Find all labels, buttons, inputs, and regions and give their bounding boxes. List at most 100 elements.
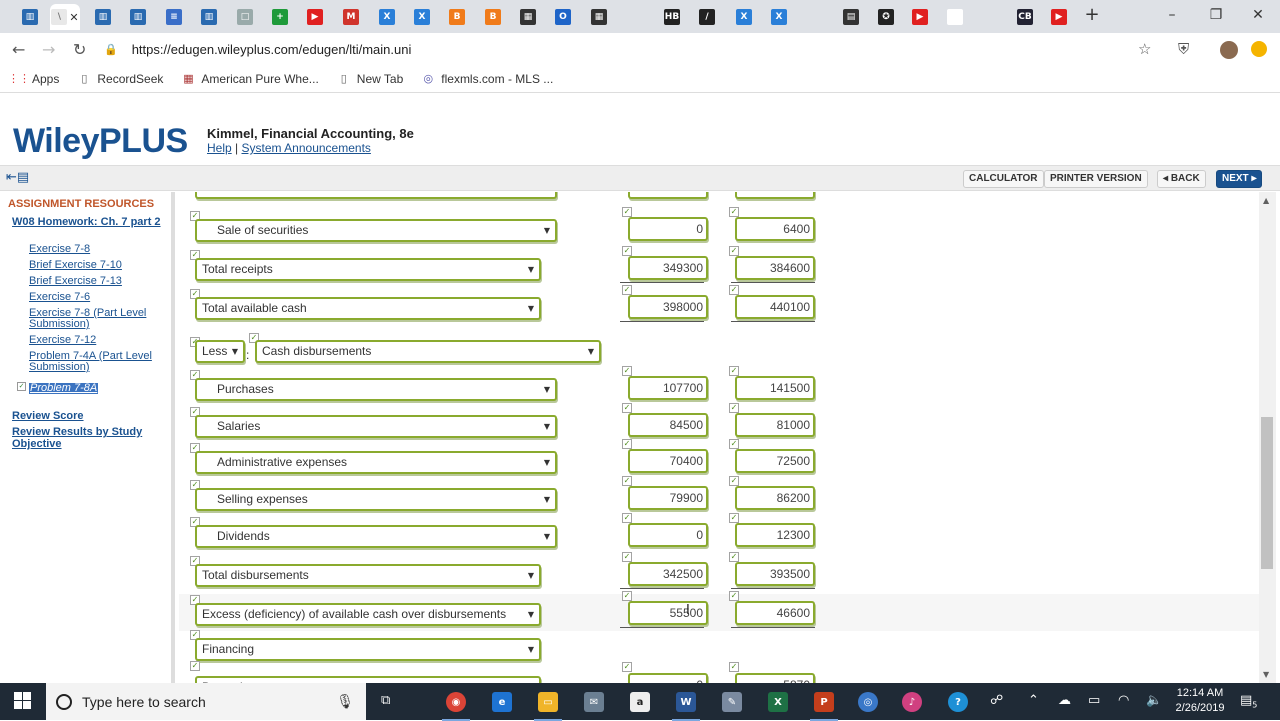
amount-input[interactable]: 384600: [735, 256, 815, 280]
browser-tab[interactable]: ✪: [869, 4, 903, 30]
account-select[interactable]: Administrative expenses ▼: [195, 451, 557, 474]
account-select[interactable]: Purchases ▼: [195, 378, 557, 401]
file-explorer-taskbar-icon[interactable]: ▭: [534, 692, 562, 721]
browser-tab[interactable]: B: [476, 4, 510, 30]
account-select[interactable]: Total receipts ▼: [195, 258, 541, 281]
browser-tab[interactable]: /: [690, 4, 724, 30]
task-view-icon[interactable]: ⧉: [381, 693, 390, 708]
sidebar-item[interactable]: Brief Exercise 7-13: [29, 276, 169, 287]
sidebar-item[interactable]: Brief Exercise 7-10: [29, 260, 169, 271]
account-select[interactable]: Dividends ▼: [195, 525, 557, 548]
account-select[interactable]: Selling expenses ▼: [195, 488, 557, 511]
account-select[interactable]: Sale of securities ▼: [195, 219, 557, 242]
volume-icon[interactable]: 🔈: [1146, 693, 1162, 708]
checkbox-checked-icon[interactable]: ✓: [622, 662, 632, 672]
bookmark-apps[interactable]: ⋮⋮ Apps: [8, 72, 59, 86]
checkbox-checked-icon[interactable]: ✓: [729, 662, 739, 672]
reload-icon[interactable]: ↻: [73, 40, 86, 59]
windows-start-icon[interactable]: [14, 692, 32, 710]
checkbox-checked-icon[interactable]: ✓: [729, 476, 739, 486]
scroll-up-icon[interactable]: ▲: [1263, 196, 1269, 205]
amount-input[interactable]: 6400: [735, 217, 815, 241]
checkbox-checked-icon[interactable]: ✓: [729, 591, 739, 601]
microphone-icon[interactable]: 🎙: [336, 694, 354, 710]
browser-tab[interactable]: +: [263, 4, 297, 30]
amount-input[interactable]: 86200: [735, 486, 815, 510]
forward-arrow-icon[interactable]: →: [42, 40, 55, 59]
checkbox-checked-icon[interactable]: ✓: [622, 513, 632, 523]
browser-tab[interactable]: ▥: [86, 4, 120, 30]
browser-tab[interactable]: ▥: [192, 4, 226, 30]
sidebar-item[interactable]: Problem 7-4A (Part Level Submission): [29, 351, 169, 373]
new-tab-button[interactable]: +: [1082, 5, 1102, 25]
checkbox-checked-icon[interactable]: ✓: [622, 591, 632, 601]
shield-extension-icon[interactable]: ⛨: [1178, 40, 1189, 58]
amount-input[interactable]: 0: [628, 673, 708, 683]
next-button[interactable]: NEXT ▸: [1216, 170, 1263, 188]
close-window-button[interactable]: ✕: [1236, 4, 1280, 26]
checkbox-checked-icon[interactable]: ✓: [190, 661, 200, 671]
account-select[interactable]: Total available cash ▼: [195, 297, 541, 320]
checkbox-checked-icon[interactable]: ✓: [729, 403, 739, 413]
browser-tab[interactable]: X: [405, 4, 439, 30]
powerpoint-taskbar-icon[interactable]: P: [810, 692, 838, 721]
checkbox-checked-icon[interactable]: ✓: [729, 513, 739, 523]
amount-input[interactable]: 0: [735, 192, 815, 199]
help-taskbar-icon[interactable]: ?: [948, 692, 968, 712]
amazon-taskbar-icon[interactable]: a: [630, 692, 650, 712]
browser-tab[interactable]: ≡: [157, 4, 191, 30]
browser-tab[interactable]: ▦: [582, 4, 616, 30]
cash-disbursements-select[interactable]: Cash disbursements ▼: [255, 340, 601, 363]
system-announcements-link[interactable]: System Announcements: [242, 141, 371, 155]
profile-avatar[interactable]: [1220, 41, 1238, 59]
mail-taskbar-icon[interactable]: ✉: [584, 692, 604, 712]
amount-input[interactable]: 107700: [628, 376, 708, 400]
taskbar-clock[interactable]: 12:14 AM 2/26/2019: [1170, 686, 1230, 716]
browser-tab[interactable]: M: [334, 4, 368, 30]
browser-tab[interactable]: X: [762, 4, 796, 30]
browser-tab-active[interactable]: \ ✕: [50, 4, 80, 30]
checkbox-checked-icon[interactable]: ✓: [622, 403, 632, 413]
browser-tab[interactable]: G: [938, 4, 972, 30]
sidebar-item[interactable]: Exercise 7-6: [29, 292, 169, 303]
app-blue-taskbar-icon[interactable]: ◎: [858, 692, 878, 712]
amount-input[interactable]: 55500: [628, 601, 708, 625]
browser-tab[interactable]: B: [440, 4, 474, 30]
checkbox-checked-icon[interactable]: ✓: [729, 366, 739, 376]
sidebar-item[interactable]: Exercise 7-12: [29, 335, 169, 346]
checkbox-checked-icon[interactable]: ✓: [622, 285, 632, 295]
browser-tab[interactable]: ▦: [511, 4, 545, 30]
word-taskbar-icon[interactable]: W: [672, 692, 700, 721]
amount-input[interactable]: 72500: [735, 449, 815, 473]
checkbox-checked-icon[interactable]: ✓: [622, 476, 632, 486]
browser-tab[interactable]: O: [546, 4, 580, 30]
account-select[interactable]: Excess (deficiency) of available cash ov…: [195, 603, 541, 626]
less-select[interactable]: Less ▼: [195, 340, 245, 363]
amount-input[interactable]: 393500: [735, 562, 815, 586]
browser-tab[interactable]: HB: [655, 4, 689, 30]
amount-input[interactable]: 0: [628, 217, 708, 241]
checkbox-checked-icon[interactable]: ✓: [729, 552, 739, 562]
scrollbar-thumb[interactable]: [1261, 417, 1273, 569]
tray-chevron-icon[interactable]: ⌃: [1028, 693, 1039, 708]
amount-input[interactable]: 46600: [735, 601, 815, 625]
close-tab-icon[interactable]: ✕: [69, 11, 78, 24]
checkbox-checked-icon[interactable]: ✓: [729, 246, 739, 256]
sidebar-item[interactable]: Exercise 7-8 (Part Level Submission): [29, 308, 169, 330]
scroll-down-icon[interactable]: ▼: [1263, 670, 1269, 679]
bookmark-flexmls[interactable]: ◎ flexmls.com - MLS ...: [421, 72, 553, 86]
amount-input[interactable]: 5870: [735, 673, 815, 683]
browser-tab[interactable]: ▥: [121, 4, 155, 30]
printer-version-button[interactable]: PRINTER VERSION: [1044, 170, 1148, 188]
checkbox-checked-icon[interactable]: ✓: [622, 439, 632, 449]
help-link[interactable]: Help: [207, 141, 232, 155]
browser-tab[interactable]: ▤: [834, 4, 868, 30]
checkbox-checked-icon[interactable]: ✓: [729, 207, 739, 217]
browser-tab[interactable]: ▶: [298, 4, 332, 30]
checkbox-checked-icon[interactable]: ✓: [622, 246, 632, 256]
battery-icon[interactable]: ▭: [1088, 693, 1100, 708]
checkbox-checked-icon[interactable]: ✓: [729, 285, 739, 295]
people-icon[interactable]: ☍: [990, 693, 1003, 708]
bookmark-american-pure[interactable]: ▦ American Pure Whe...: [181, 72, 319, 86]
review-results-link[interactable]: Review Results by Study Objective: [12, 426, 167, 450]
